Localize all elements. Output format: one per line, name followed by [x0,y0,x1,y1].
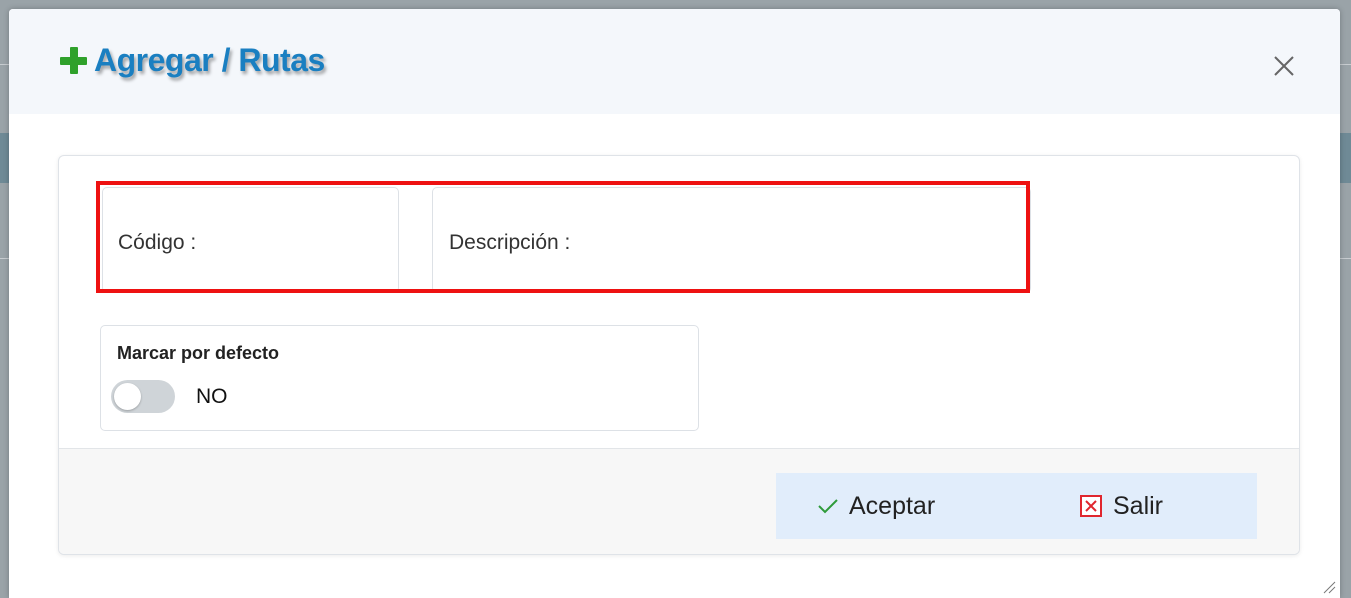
dialog-header: Agregar / Rutas [9,9,1340,114]
dialog-title-text: Agregar / Rutas [94,42,325,78]
toggle-title: Marcar por defecto [117,343,280,363]
close-box-icon [1079,494,1103,518]
dialog-footer: Aceptar Salir [59,448,1299,554]
toggle-knob [114,383,141,410]
add-route-dialog: Agregar / Rutas Código : Descripción : M… [9,9,1340,598]
default-toggle-switch[interactable] [111,380,175,413]
exit-button-label: Salir [1113,491,1164,520]
default-toggle-card: Marcar por defecto NO [100,325,699,431]
exit-button[interactable]: Salir [1079,473,1163,539]
check-icon [817,497,839,515]
accept-button[interactable]: Aceptar [817,473,935,539]
dialog-title: Agregar / Rutas [56,42,325,79]
resize-grip-icon[interactable] [1322,580,1336,594]
toggle-state-label: NO [196,385,228,408]
highlight-box [96,181,1030,293]
accept-button-label: Aceptar [849,491,936,520]
close-button[interactable] [1271,53,1297,79]
plus-icon [56,43,92,79]
action-button-group: Aceptar Salir [776,473,1257,539]
form-panel: Código : Descripción : Marcar por defect… [58,155,1300,555]
close-icon [1274,56,1294,76]
